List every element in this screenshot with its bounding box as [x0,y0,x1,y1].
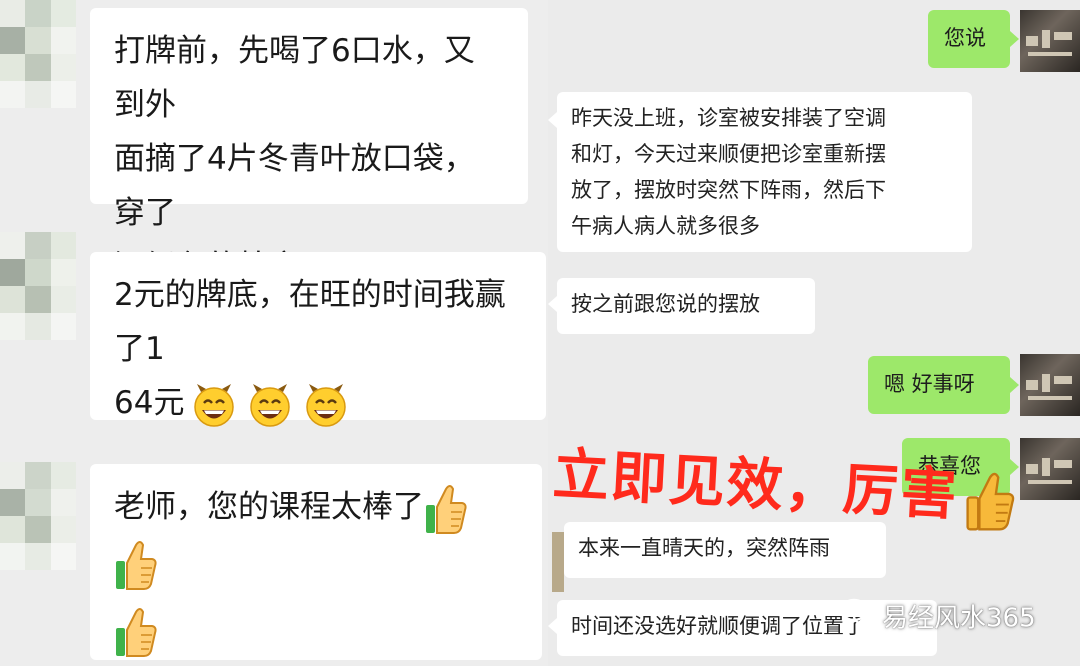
message-bubble-3[interactable]: 老师，您的课程太棒了 [90,464,542,660]
annotation-text: 立即见效，厉害 [551,442,961,529]
message-bubble-2[interactable]: 2元的牌底，在旺的时间我赢了1 64元 [90,252,546,427]
message-line-text: 64元 [114,385,185,421]
sent-message-bubble[interactable]: 您说 [928,10,1010,68]
message-text: 您说 [944,26,986,50]
message-line: 面摘了4片冬青叶放口袋，穿了 [114,141,475,231]
thumbs-up-icon [114,604,158,660]
bubble-tail [1010,377,1019,393]
bubble-tail [548,296,557,312]
message-bubble-1[interactable]: 打牌前，先喝了6口水，又到外 面摘了4片冬青叶放口袋，穿了 深绿色的棉衣 [90,8,528,285]
message-line: 打牌前，先喝了6口水，又到外 [114,33,475,123]
user-avatar [1020,354,1080,416]
grinning-emoji-icon [248,383,292,427]
grinning-emoji-icon [192,383,236,427]
user-avatar [1020,438,1080,500]
thumbs-up-icon [424,481,468,537]
grinning-emoji-icon [304,383,348,427]
thumbs-up-icon [958,468,1022,534]
message-line: 2元的牌底，在旺的时间我赢了1 [114,277,506,367]
blurred-avatar [0,0,76,108]
message-line: 午病人病人就多很多 [571,214,760,238]
wechat-logo-icon [840,598,876,640]
bubble-tail [1010,31,1019,47]
message-line: 放了，摆放时突然下阵雨，然后下 [571,178,886,202]
message-line: 和灯，今天过来顺便把诊室重新摆 [571,142,886,166]
left-chat-panel: 打牌前，先喝了6口水，又到外 面摘了4片冬青叶放口袋，穿了 深绿色的棉衣 2元的… [0,0,548,666]
received-message-bubble[interactable]: 按之前跟您说的摆放 [557,278,815,334]
message-text: 按之前跟您说的摆放 [571,292,760,316]
blurred-avatar [0,232,76,340]
message-line-text: 老师，您的课程太棒了 [114,489,424,525]
message-line: 老师，您的课程太棒了 [114,480,518,593]
message-text: 本来一直晴天的，突然阵雨 [578,536,830,560]
thumbs-up-icon [114,537,158,593]
bubble-tail [548,112,557,128]
bubble-tail [548,618,557,634]
message-text: 时间还没选好就顺便调了位置了 [571,614,865,638]
right-chat-panel: 您说 昨天没上班，诊室被安排装了空调 和灯，今天过来顺便把诊室重新摆 放了，摆放… [548,0,1080,666]
message-text: 嗯 好事呀 [884,372,975,396]
message-line [114,603,518,660]
photo-fragment [552,532,564,592]
sent-message-bubble[interactable]: 嗯 好事呀 [868,356,1010,414]
message-line: 昨天没上班，诊室被安排装了空调 [571,106,886,130]
received-message-bubble[interactable]: 昨天没上班，诊室被安排装了空调 和灯，今天过来顺便把诊室重新摆 放了，摆放时突然… [557,92,972,252]
watermark-text: 易经风水365 [882,603,1036,634]
blurred-avatar [0,462,76,570]
watermark: 易经风水365 [840,598,1036,638]
user-avatar [1020,10,1080,72]
message-line: 64元 [114,376,522,430]
